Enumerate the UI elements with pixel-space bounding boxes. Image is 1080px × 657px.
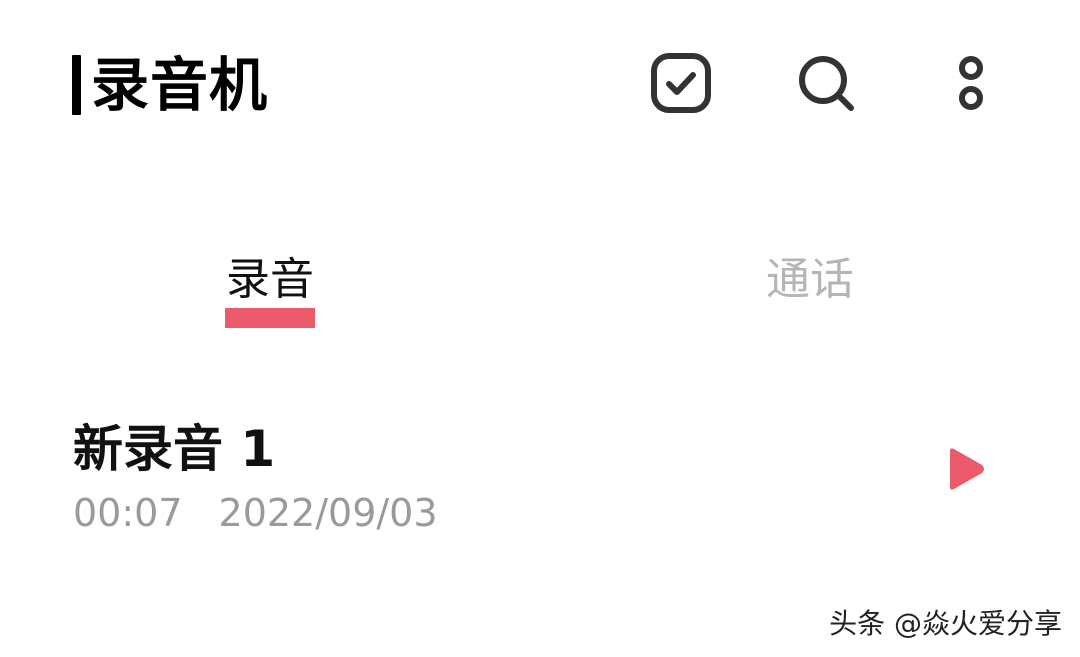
app-header: 录音机 [0, 0, 1080, 170]
play-button[interactable] [930, 433, 1002, 505]
checkbox-select-icon [651, 53, 711, 113]
title-accent-bar [72, 55, 81, 115]
search-icon [799, 56, 854, 111]
tab-recordings[interactable]: 录音 [200, 252, 340, 308]
select-button[interactable] [645, 47, 717, 119]
more-options-button[interactable] [935, 47, 1007, 119]
recording-meta: 00:07 2022/09/03 [73, 489, 438, 537]
search-button[interactable] [790, 47, 862, 119]
watermark-text: 头条 @焱火爱分享 [829, 607, 1062, 640]
recording-list-item[interactable]: 新录音 1 00:07 2022/09/03 [0, 405, 1080, 545]
tab-active-indicator [225, 308, 315, 328]
recording-date: 2022/09/03 [218, 491, 438, 535]
play-icon [950, 448, 984, 490]
tab-bar: 录音 通话 [0, 230, 1080, 340]
page-title: 录音机 [91, 51, 269, 119]
recording-name: 新录音 1 [73, 420, 276, 478]
recording-duration: 00:07 [73, 491, 183, 535]
more-options-icon [959, 56, 983, 110]
title-wrap: 录音机 [72, 52, 268, 118]
tab-calls[interactable]: 通话 [740, 252, 880, 308]
